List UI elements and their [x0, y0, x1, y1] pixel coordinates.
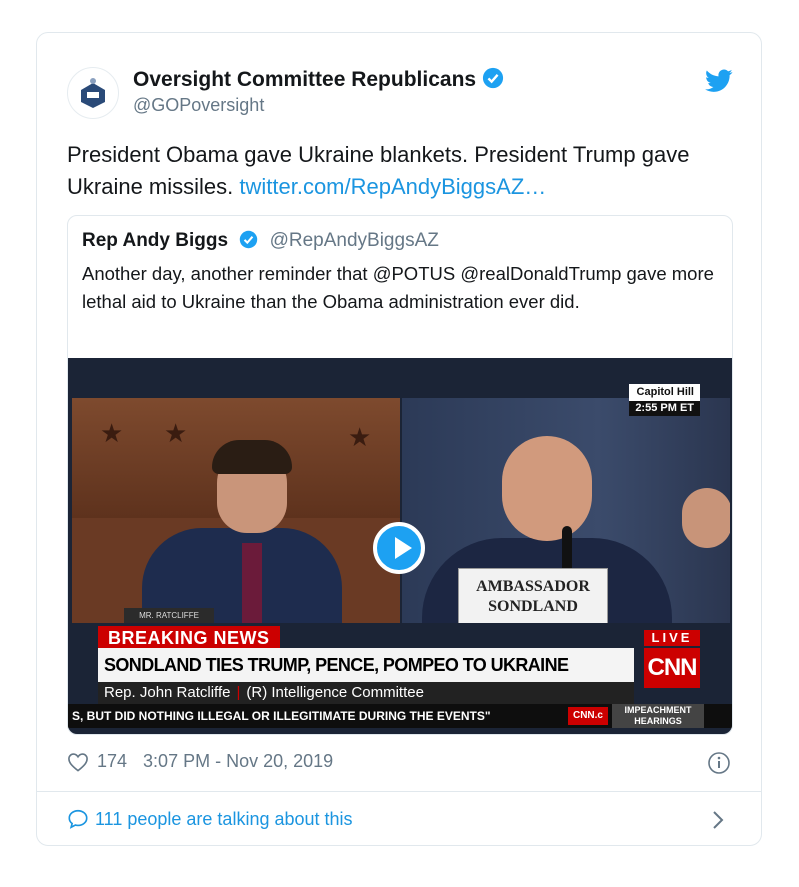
live-badge: LIVE [644, 630, 700, 646]
video-frame-left: ★ ★ ★ MR. RATCLIFFE [72, 398, 400, 623]
conversation-link[interactable]: 111 people are talking about this [67, 808, 353, 830]
play-button[interactable] [373, 522, 425, 574]
author-name[interactable]: Oversight Committee Republicans [133, 67, 504, 92]
like-count[interactable]: 174 [97, 751, 127, 772]
quoted-text: Another day, another reminder that @POTU… [82, 263, 714, 312]
tweet-footer: 174 3:07 PM - Nov 20, 2019 [67, 751, 333, 772]
speaker-name: Rep. John Ratcliffe [104, 684, 231, 701]
video-frame-right: AMBASSADOR SONDLAND [402, 398, 730, 623]
author-handle[interactable]: @GOPoversight [133, 95, 264, 116]
chyron-headline: SONDLAND TIES TRUMP, PENCE, POMPEO TO UK… [98, 648, 634, 709]
chyron-subline: Rep. John Ratcliffe | (R) Intelligence Com… [98, 682, 634, 704]
speaker-role: (R) Intelligence Committee [246, 684, 424, 701]
verified-badge-icon [482, 67, 504, 89]
heart-icon[interactable] [67, 752, 89, 772]
embedded-tweet-card[interactable]: Oversight Committee Republicans @GOPover… [36, 32, 762, 846]
conversation-label[interactable]: 111 people are talking about this [95, 809, 353, 830]
quoted-author-name[interactable]: Rep Andy Biggs [82, 230, 228, 251]
cnn-small-logo: CNN.c [568, 707, 608, 725]
tweet-timestamp[interactable]: 3:07 PM - Nov 20, 2019 [143, 751, 333, 772]
broadcast-time: 2:55 PM ET [629, 401, 700, 416]
quoted-author-handle[interactable]: @RepAndyBiggsAZ [270, 230, 439, 251]
chevron-right-icon[interactable] [711, 809, 725, 836]
nameplate-right-line2: SONDLAND [488, 598, 578, 615]
tweet-link[interactable]: twitter.com/RepAndyBiggsAZ… [239, 174, 546, 199]
avatar[interactable] [67, 67, 119, 119]
tweet-text: President Obama gave Ukraine blankets. P… [67, 139, 737, 203]
impeachment-bug: IMPEACHMENT HEARINGS [612, 704, 704, 728]
capitol-seal-icon [69, 69, 117, 117]
quoted-tweet[interactable]: Rep Andy Biggs @RepAndyBiggsAZ Another d… [67, 215, 733, 735]
info-icon[interactable] [707, 751, 731, 780]
speech-bubble-icon [68, 809, 88, 829]
cnn-logo: CNN [644, 648, 700, 688]
nameplate-right: AMBASSADOR SONDLAND [458, 568, 608, 623]
nameplate-right-line1: AMBASSADOR [476, 578, 590, 595]
quoted-header: Rep Andy Biggs @RepAndyBiggsAZ [82, 230, 439, 252]
video-player[interactable]: ★ ★ ★ MR. RATCLIFFE AMBASSADOR SONDLAND [68, 358, 732, 734]
divider [37, 791, 761, 792]
verified-badge-icon [240, 230, 258, 249]
location-bug: Capitol Hill 2:55 PM ET [629, 384, 700, 416]
location-label: Capitol Hill [636, 386, 694, 398]
twitter-bird-icon[interactable] [705, 69, 733, 98]
nameplate-left: MR. RATCLIFFE [124, 608, 214, 623]
